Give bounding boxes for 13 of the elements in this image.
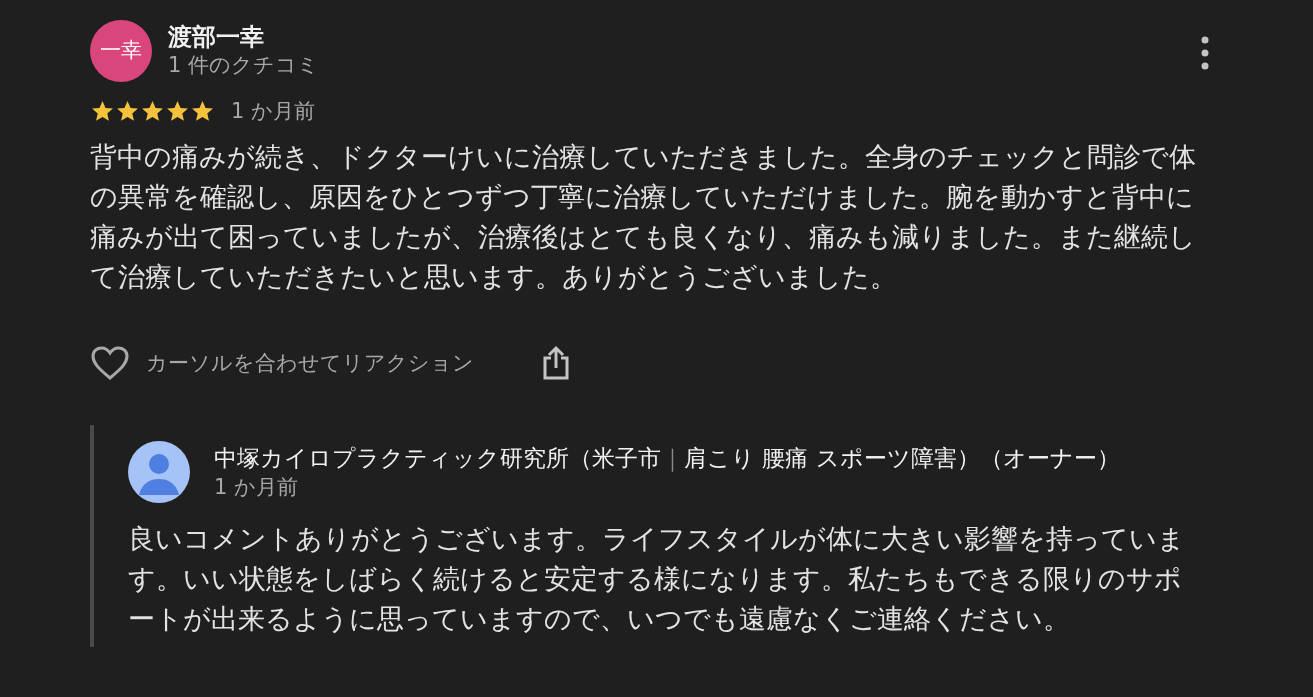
- reviewer-name[interactable]: 渡部一幸: [168, 22, 320, 52]
- reply-text: 良いコメントありがとうございます。ライフスタイルが体に大きい影響を持っています。いい状態をしばらく続けると安定する様になります。私たちもできる限りのサポートが出来るように思っていますので、いつでも遠慮なくご連絡ください。: [128, 522, 1186, 637]
- reply-time: 1 か月前: [214, 473, 300, 501]
- reaction-label[interactable]: カーソルを合わせてリアクション: [146, 347, 474, 380]
- share-icon[interactable]: [542, 345, 570, 382]
- review-count: 1 件のクチコミ: [168, 51, 320, 79]
- review-text: 背中の痛みが続き、ドクターけいに治療していただきました。全身のチェックと問診で体の異常を確認し、原因をひとつずつ丁寧に治療していただけました。腕を動かすと背中に痛みが出て困っていましたが、治療後はとても良くなり、痛みも減りました。また継続して治療していただきたいと思います。ありがとうございました。: [90, 140, 1197, 295]
- heart-icon[interactable]: [90, 345, 130, 382]
- review-time: 1 か月前: [231, 98, 316, 125]
- avatar-icon[interactable]: [128, 441, 190, 504]
- more-options-icon[interactable]: [1201, 36, 1209, 70]
- owner-name[interactable]: 中塚カイロプラクティック研究所（米子市｜肩こり 腰痛 スポーツ障害）（オーナー）: [214, 443, 1120, 474]
- avatar[interactable]: 一幸: [90, 20, 152, 82]
